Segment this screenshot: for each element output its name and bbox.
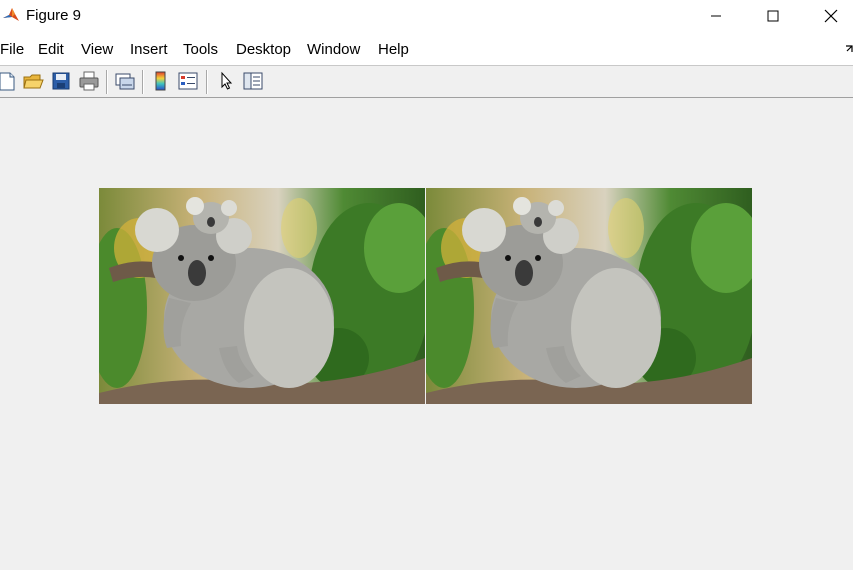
close-icon — [824, 9, 838, 23]
insert-colorbar-icon[interactable] — [150, 70, 172, 92]
matlab-icon — [2, 6, 20, 24]
menu-view[interactable]: View — [81, 41, 113, 58]
koala-photo-right — [426, 188, 752, 404]
save-icon[interactable] — [50, 70, 72, 92]
print-icon[interactable] — [78, 70, 100, 92]
menu-tools[interactable]: Tools — [183, 41, 218, 58]
property-inspector-icon[interactable] — [242, 70, 264, 92]
toolbar-separator — [106, 70, 108, 94]
edit-plot-cursor-icon[interactable] — [215, 70, 237, 92]
dock-figure-icon[interactable] — [845, 44, 853, 54]
title-bar: Figure 9 — [0, 0, 853, 32]
maximize-icon — [767, 10, 779, 22]
link-plot-icon[interactable] — [114, 70, 136, 92]
maximize-button[interactable] — [744, 0, 802, 32]
koala-photo-left — [99, 188, 425, 404]
new-figure-icon[interactable] — [0, 70, 18, 92]
toolbar-separator — [206, 70, 208, 94]
figure-toolbar — [0, 66, 853, 98]
figure-canvas[interactable] — [0, 98, 853, 570]
menu-file[interactable]: File — [0, 41, 24, 58]
toolbar-separator — [142, 70, 144, 94]
menu-bar: File Edit View Insert Tools Desktop Wind… — [0, 32, 853, 66]
minimize-button[interactable] — [687, 0, 745, 32]
minimize-icon — [711, 15, 721, 17]
open-file-icon[interactable] — [22, 70, 44, 92]
menu-desktop[interactable]: Desktop — [236, 41, 291, 58]
window-title: Figure 9 — [26, 7, 82, 24]
insert-legend-icon[interactable] — [177, 70, 199, 92]
menu-window[interactable]: Window — [307, 41, 360, 58]
menu-edit[interactable]: Edit — [38, 41, 64, 58]
menu-help[interactable]: Help — [378, 41, 409, 58]
close-button[interactable] — [802, 0, 853, 32]
menu-insert[interactable]: Insert — [130, 41, 168, 58]
